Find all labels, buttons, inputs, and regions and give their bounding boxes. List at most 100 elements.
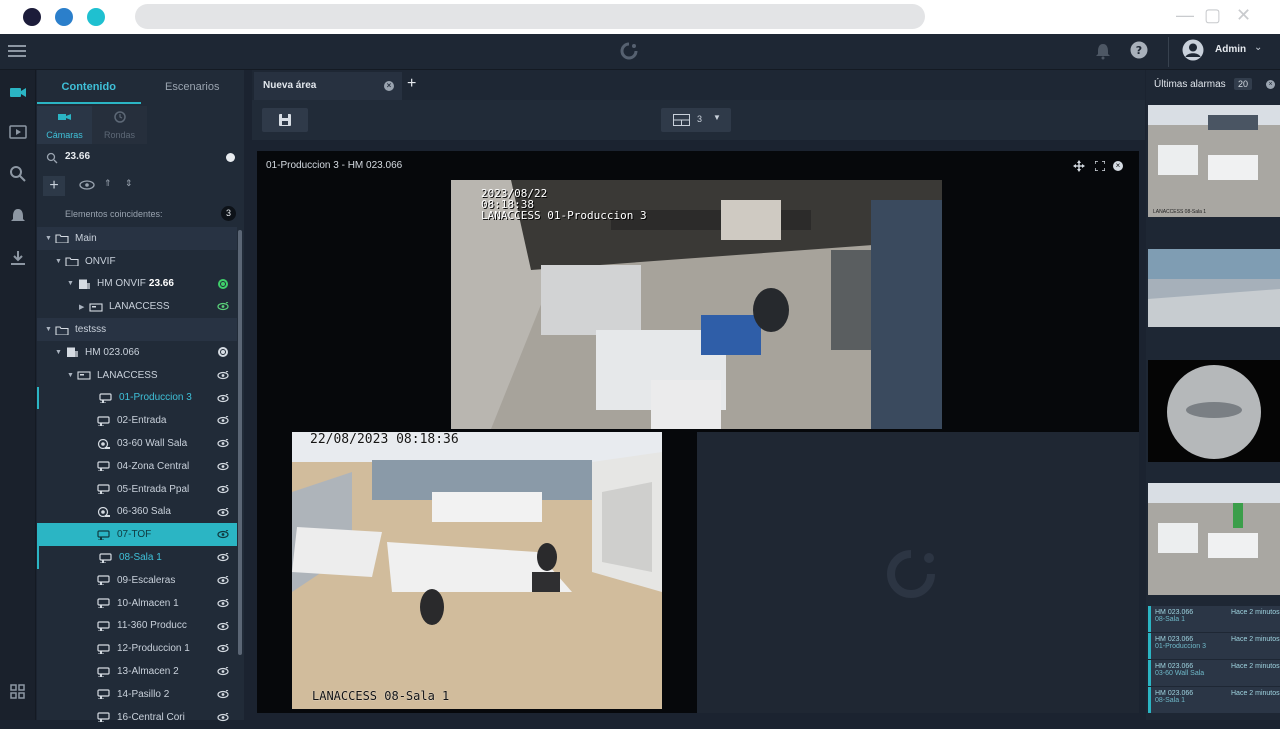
alarm-bell-nav-icon[interactable] xyxy=(8,206,28,226)
close-tab-icon[interactable]: × xyxy=(384,81,394,91)
visibility-eye-icon[interactable] xyxy=(217,598,229,608)
save-button[interactable] xyxy=(262,108,308,132)
visibility-eye-icon[interactable] xyxy=(217,689,229,699)
visibility-eye-icon[interactable] xyxy=(217,461,229,471)
collapse-arrow-icon[interactable]: ▼ xyxy=(45,235,55,242)
visibility-eye-icon[interactable] xyxy=(217,553,229,562)
visibility-eye-icon[interactable] xyxy=(217,621,229,631)
tree-scrollbar[interactable] xyxy=(238,230,242,655)
visibility-eye-icon[interactable] xyxy=(217,302,229,311)
tree-item[interactable]: 07-TOF xyxy=(37,523,237,547)
tab-escenarios[interactable]: Escenarios xyxy=(141,70,245,104)
window-dot-3[interactable] xyxy=(87,8,105,26)
layout-selector[interactable]: 3 ▼ xyxy=(661,108,731,132)
visibility-eye-icon[interactable] xyxy=(217,507,229,517)
visibility-eye-icon[interactable] xyxy=(217,712,229,722)
alarm-item[interactable]: HM 023.066 08-Sala 1 Hace 2 minutos xyxy=(1148,687,1280,713)
tree-item[interactable]: ▶ LANACCESS xyxy=(37,295,237,318)
video-feed-produccion[interactable]: 2023/08/22 08:18:38 LANACCESS 01-Producc… xyxy=(451,180,942,429)
alarm-thumbnail-1[interactable]: LANACCESS 08-Sala 1 xyxy=(1148,105,1280,217)
tree-item[interactable]: 06-360 Sala xyxy=(37,501,237,524)
collapse-all-icon[interactable]: ⇑ xyxy=(104,178,112,189)
fullscreen-icon[interactable] xyxy=(1095,161,1105,171)
close-cam-icon[interactable]: × xyxy=(1113,161,1123,171)
maximize-icon[interactable]: ▢ xyxy=(1204,5,1221,26)
tree-item[interactable]: 10-Almacen 1 xyxy=(37,592,237,615)
alarm-item[interactable]: HM 023.066 01-Produccion 3 Hace 2 minutos xyxy=(1148,633,1280,659)
address-bar[interactable] xyxy=(135,4,925,29)
playback-nav-icon[interactable] xyxy=(8,122,28,142)
visibility-eye-icon[interactable] xyxy=(217,667,229,676)
expand-all-icon[interactable]: ⇕ xyxy=(125,178,133,189)
dashboard-grid-icon[interactable] xyxy=(8,682,28,702)
tree-item[interactable]: 02-Entrada xyxy=(37,409,237,432)
close-window-icon[interactable]: ✕ xyxy=(1236,5,1251,26)
tree-item[interactable]: ▼ testsss xyxy=(37,318,237,341)
tree-item[interactable]: 04-Zona Central xyxy=(37,455,237,478)
clear-search-icon[interactable] xyxy=(226,153,235,162)
video-feed-sala-1[interactable]: 22/08/2023 08:18:36 LANACCESS 08-Sala 1 xyxy=(292,432,662,709)
alarm-thumbnail-3[interactable] xyxy=(1148,360,1280,462)
tree-item[interactable]: ▼ Main xyxy=(37,227,237,250)
tree-item[interactable]: 16-Central Cori xyxy=(37,706,237,729)
download-nav-icon[interactable] xyxy=(8,248,28,268)
search-nav-icon[interactable] xyxy=(8,164,28,184)
empty-video-slot[interactable] xyxy=(697,432,1139,713)
tree-item-label: 01-Produccion 3 xyxy=(119,392,192,404)
visibility-eye-icon[interactable] xyxy=(217,393,229,403)
tree-item[interactable]: 05-Entrada Ppal xyxy=(37,478,237,501)
alarms-title: Últimas alarmas xyxy=(1154,79,1226,90)
visibility-eye-icon[interactable] xyxy=(217,575,229,585)
window-dot-2[interactable] xyxy=(55,8,73,26)
collapse-arrow-icon[interactable]: ▼ xyxy=(67,372,77,379)
tree-item[interactable]: 03-60 Wall Sala xyxy=(37,432,237,455)
visibility-eye-icon[interactable] xyxy=(217,439,229,448)
tree-item[interactable]: 11-360 Producc xyxy=(37,615,237,638)
visibility-eye-icon[interactable] xyxy=(217,484,229,494)
camera-nav-icon[interactable] xyxy=(8,82,28,102)
collapse-arrow-icon[interactable]: ▼ xyxy=(67,280,77,287)
add-tab-icon[interactable]: + xyxy=(407,75,416,93)
tree-item[interactable]: 12-Produccion 1 xyxy=(37,637,237,660)
subtab-camaras[interactable]: Cámaras xyxy=(37,106,92,144)
hamburger-menu-icon[interactable] xyxy=(8,44,26,58)
tree-item[interactable]: ▼ LANACCESS xyxy=(37,364,237,387)
user-name[interactable]: Admin xyxy=(1215,44,1246,55)
collapse-arrow-icon[interactable]: ▼ xyxy=(55,349,65,356)
tree-item[interactable]: 01-Produccion 3 xyxy=(37,386,237,410)
alarm-item[interactable]: HM 023.066 03-60 Wall Sala Hace 2 minutos xyxy=(1148,660,1280,686)
window-dot-1[interactable] xyxy=(23,8,41,26)
tree-item[interactable]: ▼ HM 023.066 xyxy=(37,341,237,364)
collapse-arrow-icon[interactable]: ▼ xyxy=(45,326,55,333)
subtab-rondas[interactable]: Rondas xyxy=(92,106,147,144)
bell-icon[interactable] xyxy=(1095,42,1111,60)
tree-item[interactable]: 09-Escaleras xyxy=(37,569,237,592)
tab-nueva-area[interactable]: Nueva área × xyxy=(254,72,402,100)
visibility-eye-icon[interactable] xyxy=(217,416,229,425)
tree-item[interactable]: 14-Pasillo 2 xyxy=(37,683,237,706)
alarm-thumbnail-2[interactable] xyxy=(1148,249,1280,327)
add-icon[interactable]: + xyxy=(43,176,65,196)
collapse-arrow-icon[interactable]: ▼ xyxy=(55,258,65,265)
chevron-down-icon[interactable]: ⌄ xyxy=(1254,42,1262,53)
user-avatar-icon[interactable] xyxy=(1182,39,1204,61)
minimize-icon[interactable]: — xyxy=(1176,5,1194,26)
tree-item-label: 12-Produccion 1 xyxy=(117,643,190,655)
expand-arrow-icon[interactable]: ▶ xyxy=(79,303,89,311)
alarm-thumbnail-4[interactable] xyxy=(1148,483,1280,595)
tree-item[interactable]: ▼ HM ONVIF 23.66 xyxy=(37,273,237,296)
tab-contenido[interactable]: Contenido xyxy=(37,70,141,104)
close-alarms-icon[interactable]: × xyxy=(1266,80,1275,89)
eye-icon[interactable] xyxy=(79,180,95,190)
alarm-item[interactable]: HM 023.066 08-Sala 1 Hace 2 minutos xyxy=(1148,606,1280,632)
tree-item[interactable]: 13-Almacen 2 xyxy=(37,660,237,683)
visibility-eye-icon[interactable] xyxy=(217,644,229,653)
tree-item[interactable]: ▼ ONVIF xyxy=(37,250,237,273)
tree-item[interactable]: 08-Sala 1 xyxy=(37,546,237,569)
subtab-rondas-label: Rondas xyxy=(103,130,136,140)
help-icon[interactable]: ? xyxy=(1130,41,1148,59)
move-icon[interactable] xyxy=(1073,160,1085,172)
search-input[interactable]: 23.66 xyxy=(65,151,90,162)
visibility-eye-icon[interactable] xyxy=(217,370,229,380)
visibility-eye-icon[interactable] xyxy=(217,530,229,539)
